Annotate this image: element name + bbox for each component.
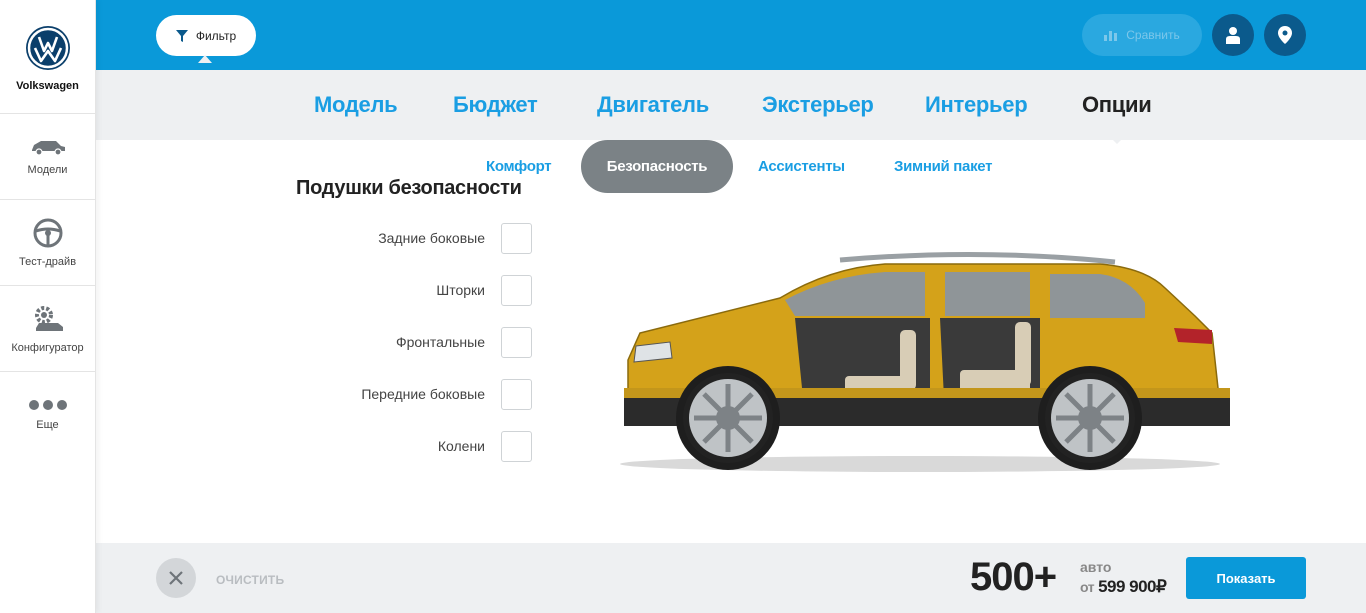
user-button[interactable] — [1212, 14, 1254, 56]
filter-label: Фильтр — [195, 28, 237, 43]
gear-car-icon — [34, 305, 63, 331]
option-label: Шторки — [436, 282, 485, 298]
sidebar-item-configurator[interactable]: Конфигуратор — [0, 286, 95, 372]
car-icon — [31, 140, 65, 156]
tab-options[interactable]: Опции — [1082, 92, 1152, 144]
car-image — [620, 251, 1230, 472]
option-row: Фронтальные — [300, 326, 532, 358]
sidebar-item-more[interactable]: Еще — [0, 372, 95, 458]
location-pin-icon — [1278, 26, 1292, 44]
brand[interactable]: Volkswagen — [0, 0, 95, 114]
option-label: Задние боковые — [378, 230, 485, 246]
tab-interior[interactable]: Интерьер — [925, 92, 1028, 118]
option-row: Колени — [300, 430, 532, 462]
tab-model[interactable]: Модель — [314, 92, 398, 118]
vw-logo — [25, 26, 70, 70]
option-checkbox[interactable] — [501, 274, 532, 306]
option-checkbox[interactable] — [501, 378, 532, 410]
subtab-winter-package[interactable]: Зимний пакет — [894, 158, 992, 175]
steering-wheel-icon — [33, 218, 62, 247]
tab-engine[interactable]: Двигатель — [597, 92, 709, 118]
more-dots-icon — [28, 400, 67, 410]
tab-exterior[interactable]: Экстерьер — [762, 92, 874, 118]
option-row: Шторки — [300, 274, 532, 306]
clear-label[interactable]: ОЧИСТИТЬ — [216, 573, 284, 587]
brand-name: Volkswagen — [16, 80, 79, 92]
option-checkbox[interactable] — [501, 326, 532, 358]
sidebar-item-label: Конфигуратор — [11, 341, 84, 354]
compare-label: Сравнить — [1126, 28, 1180, 42]
price-from: от 599 900₽ — [1080, 577, 1167, 597]
category-tabs: Модель Бюджет Двигатель Экстерьер Интерь… — [96, 70, 1366, 144]
sidebar-item-test-drive[interactable]: Тест-драйв — [0, 200, 95, 286]
option-label: Колени — [437, 438, 485, 454]
option-row: Задние боковые — [300, 222, 532, 254]
sidebar-item-label: Модели — [27, 163, 68, 176]
footer: ОЧИСТИТЬ 500+ авто от 599 900₽ Показать — [96, 543, 1366, 613]
compare-button[interactable]: Сравнить — [1082, 14, 1202, 56]
subtab-safety[interactable]: Безопасность — [581, 140, 733, 193]
show-button[interactable]: Показать — [1186, 557, 1306, 599]
filter-icon — [175, 29, 188, 42]
sidebar-item-label: Тест-драйв — [18, 255, 77, 268]
close-icon — [169, 571, 183, 585]
sidebar-item-models[interactable]: Модели — [0, 114, 95, 200]
price-prefix: от — [1080, 579, 1095, 595]
user-icon — [1226, 27, 1240, 44]
filter-button[interactable]: Фильтр — [156, 15, 256, 63]
option-row: Передние боковые — [300, 378, 532, 410]
location-button[interactable] — [1264, 14, 1306, 56]
top-bar: Фильтр Сравнить — [96, 0, 1366, 70]
results-count: 500+ — [970, 555, 1057, 599]
sidebar: Volkswagen Модели Тест-драйв Конфигурато… — [0, 0, 96, 613]
results-unit: авто — [1080, 559, 1112, 575]
sidebar-item-label: Еще — [36, 419, 59, 431]
subtab-comfort[interactable]: Комфорт — [486, 158, 552, 175]
option-checkbox[interactable] — [501, 430, 532, 462]
section-title: Подушки безопасности — [296, 177, 522, 199]
option-label: Фронтальные — [395, 334, 485, 350]
option-checkbox[interactable] — [501, 222, 532, 254]
subtab-assistants[interactable]: Ассистенты — [758, 158, 845, 175]
bar-chart-icon — [1104, 31, 1118, 41]
price-value: 599 900₽ — [1098, 577, 1167, 596]
tab-budget[interactable]: Бюджет — [453, 92, 538, 118]
option-label: Передние боковые — [361, 386, 485, 402]
clear-button[interactable] — [156, 558, 196, 598]
